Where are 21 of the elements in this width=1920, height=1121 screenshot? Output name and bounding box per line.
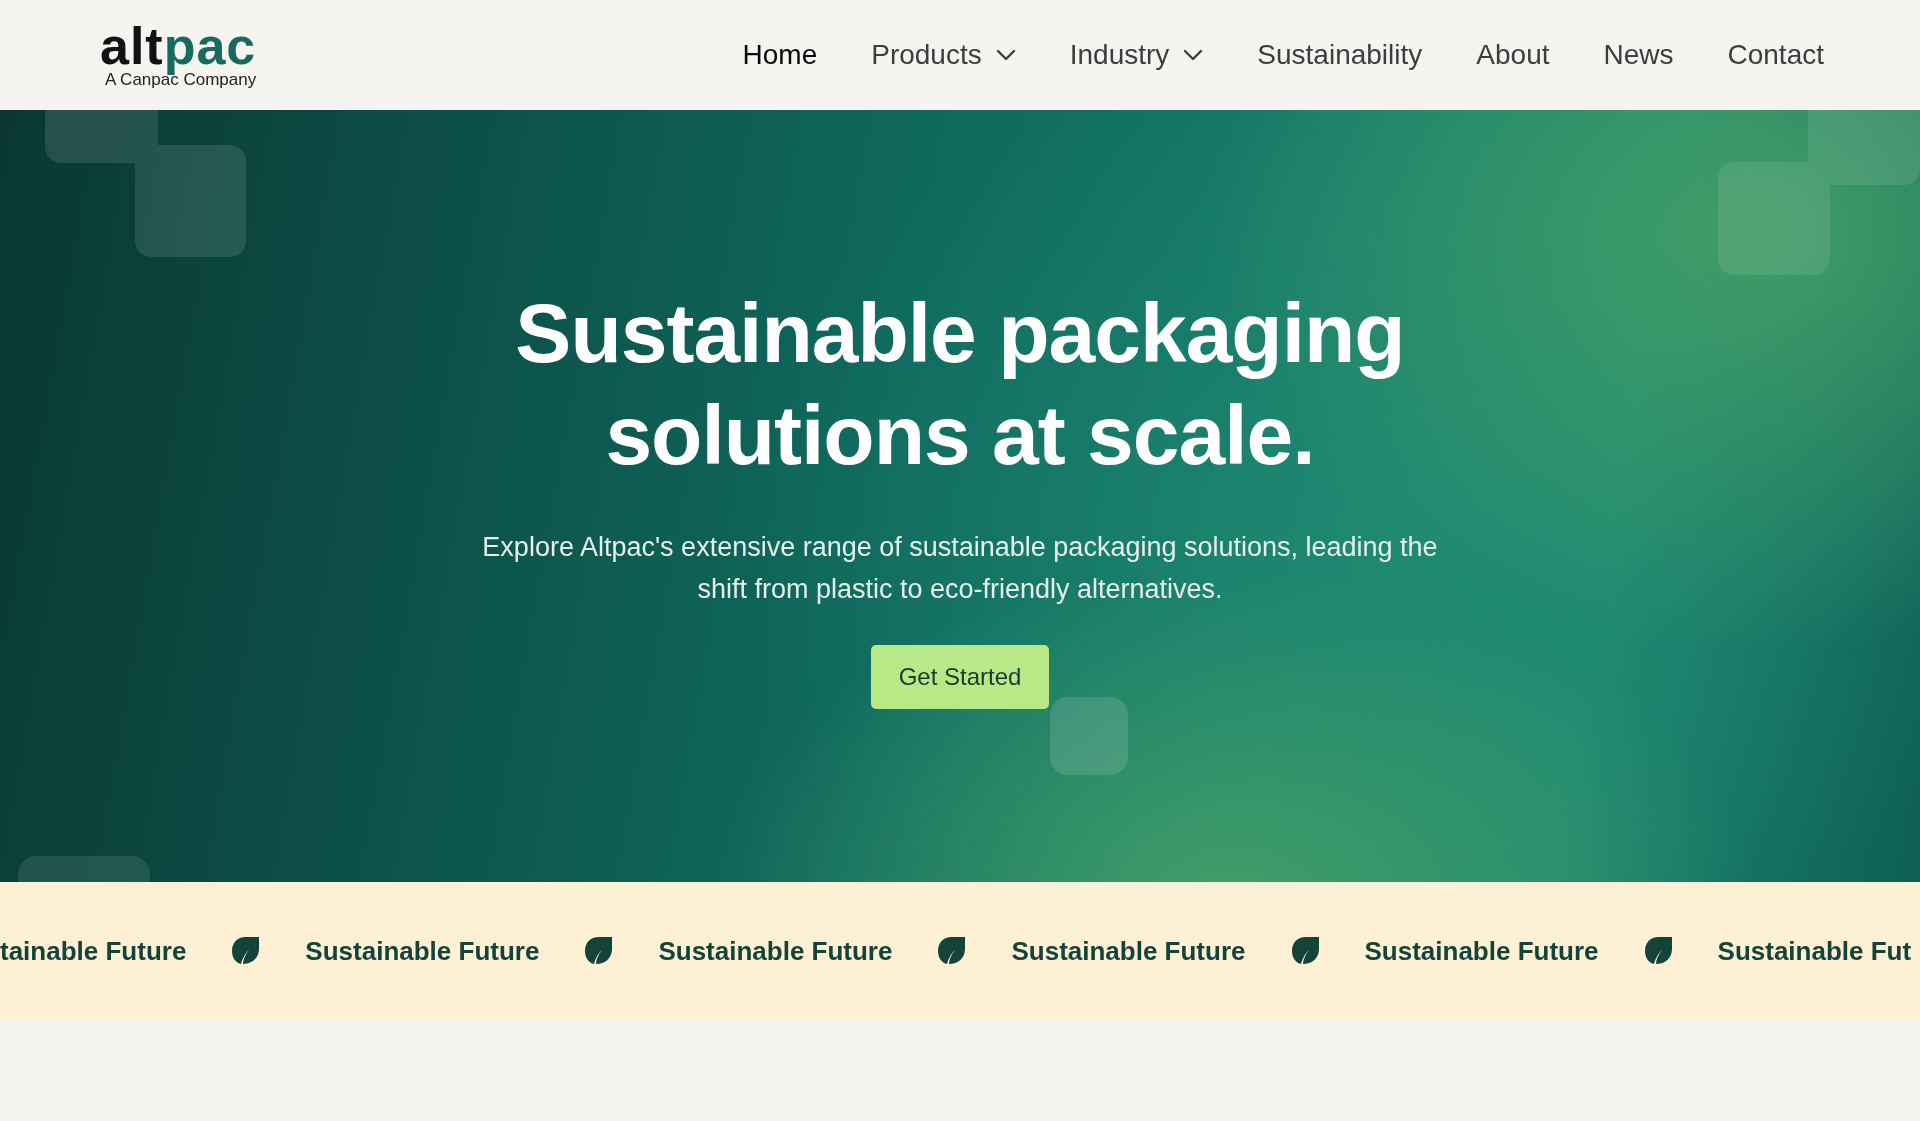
nav-link[interactable]: Home [742, 38, 818, 72]
leaf-icon [937, 936, 967, 965]
leaf-icon [584, 936, 614, 965]
nav-link[interactable]: Sustainability [1257, 38, 1423, 72]
ticker-text: Sustainable Future [305, 934, 540, 967]
ticker-text: Sustainable Fut [1717, 934, 1912, 967]
hero-title: Sustainable packaging solutions at scale. [514, 285, 1406, 484]
nav-link[interactable]: News [1603, 38, 1674, 72]
leaf-icon [1290, 936, 1320, 965]
nav-link[interactable]: Products [871, 38, 1016, 72]
nav-link[interactable]: Industry [1069, 38, 1204, 72]
ticker-text: Sustainable Future [658, 934, 893, 967]
nav-link[interactable]: About [1476, 38, 1550, 72]
ticker-text: Sustainable Future [1011, 934, 1246, 967]
nav-link[interactable]: Contact [1727, 38, 1824, 72]
get-started-button[interactable]: Get Started [871, 645, 1049, 709]
hero-subtitle: Explore Altpac's extensive range of sustainable packaging solutions, leading the shift from plastic to eco-friendly alternatives. [481, 531, 1439, 606]
ticker-text: Sustainable Future [1364, 934, 1599, 967]
ticker-text: tainable Future [0, 934, 187, 967]
leaf-icon [1643, 936, 1673, 965]
leaf-icon [231, 936, 261, 965]
